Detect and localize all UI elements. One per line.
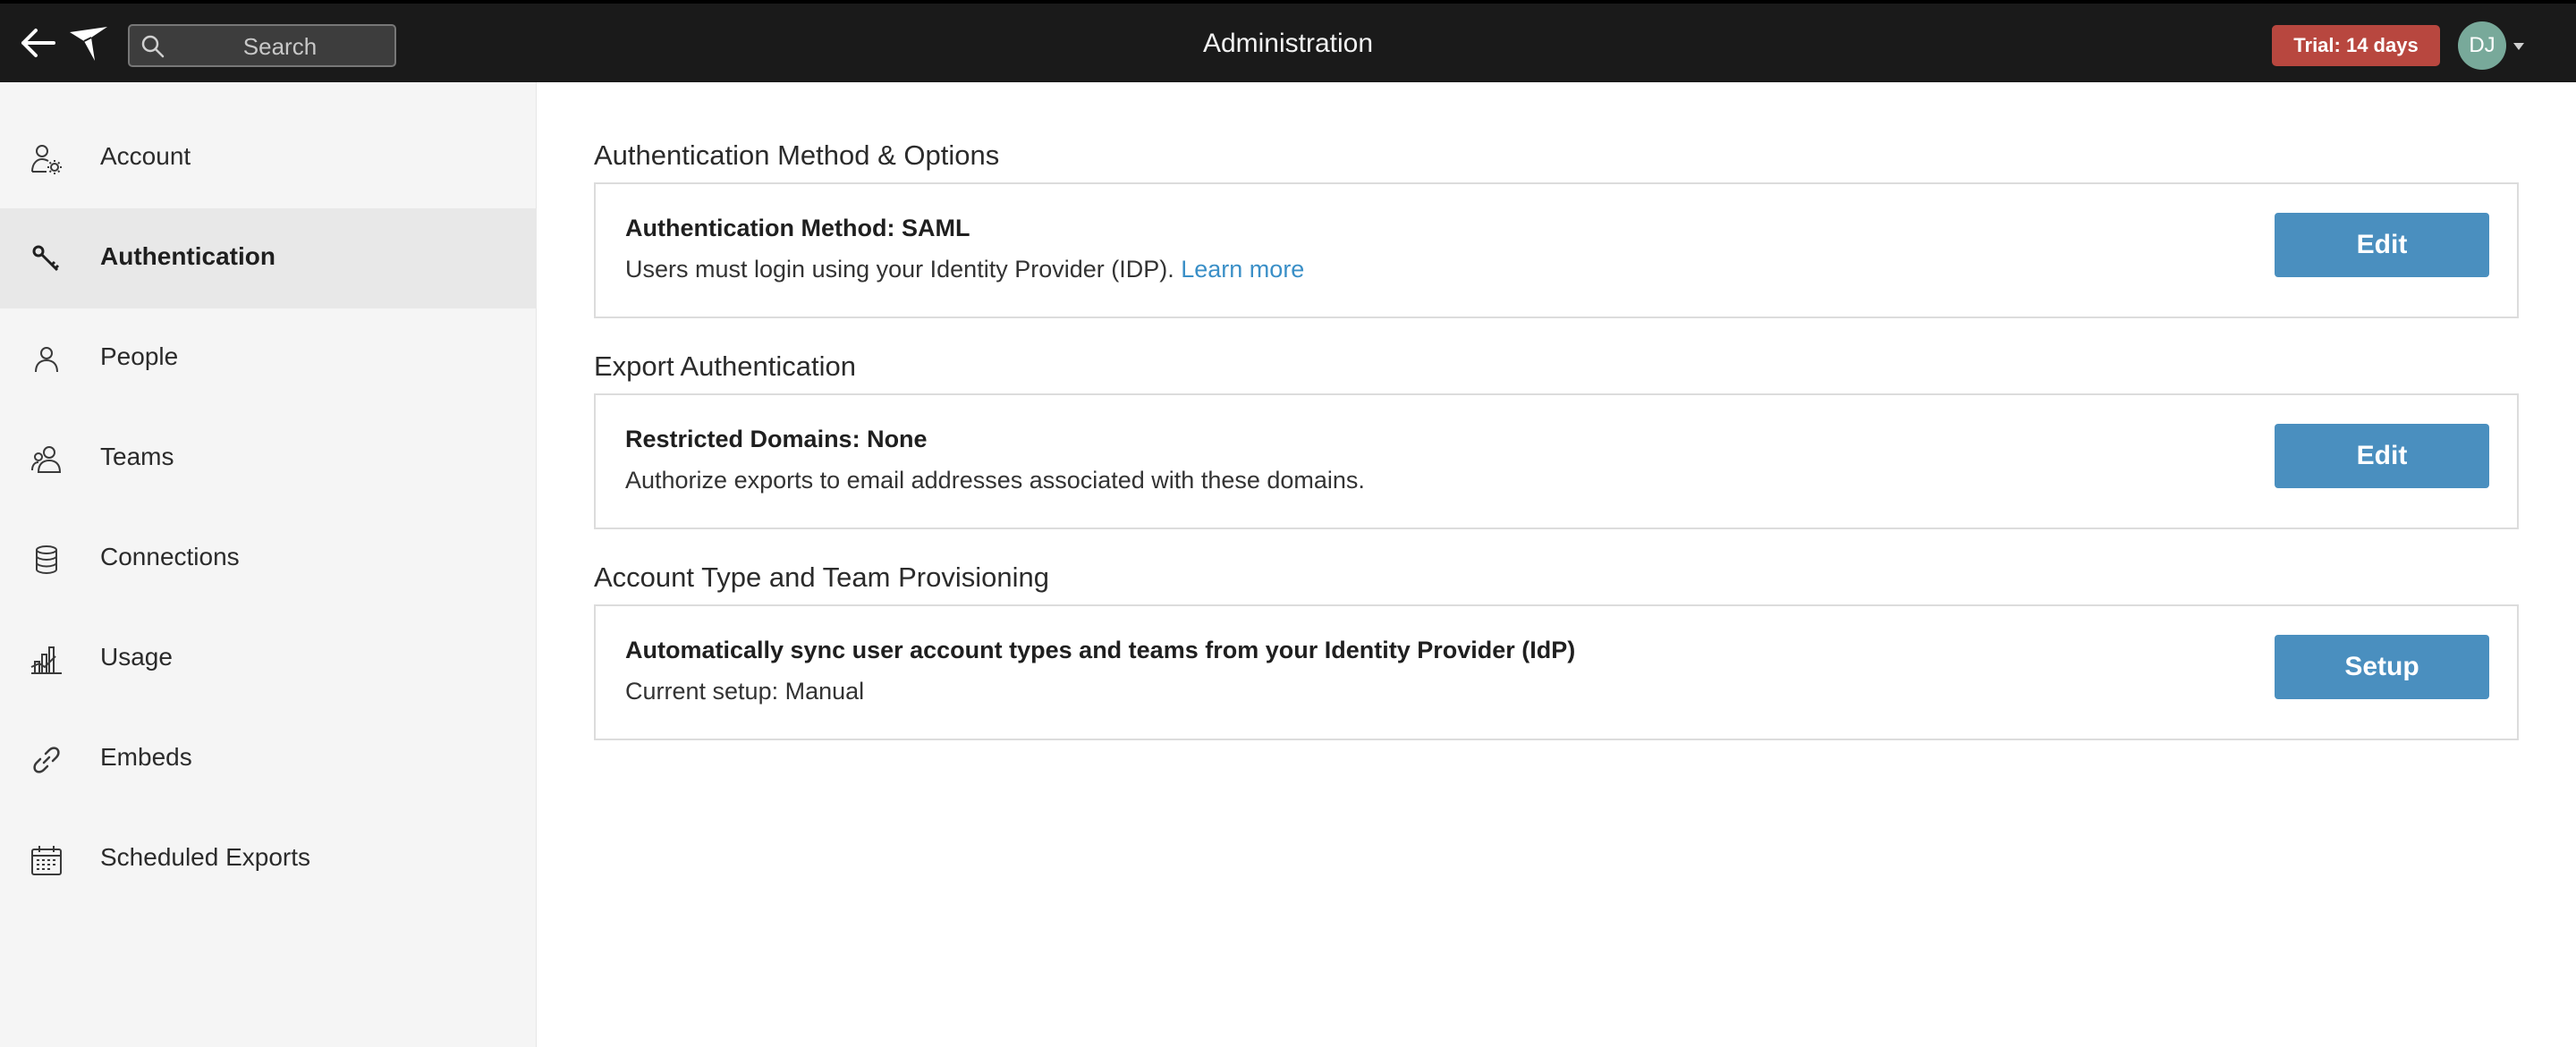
avatar[interactable]: DJ <box>2458 21 2506 70</box>
card-title: Restricted Domains: None <box>625 426 928 452</box>
card-title: Authentication Method: SAML <box>625 215 970 241</box>
back-arrow-icon[interactable] <box>18 23 57 63</box>
edit-auth-method-button[interactable]: Edit <box>2275 213 2489 277</box>
search-box[interactable] <box>128 24 396 67</box>
sidebar-item-usage[interactable]: Usage <box>0 609 537 709</box>
learn-more-link[interactable]: Learn more <box>1181 256 1304 283</box>
provisioning-card: Automatically sync user account types an… <box>594 604 2519 740</box>
sidebar-item-account[interactable]: Account <box>0 108 537 208</box>
section-heading-provisioning: Account Type and Team Provisioning <box>594 561 1049 593</box>
bar-chart-icon <box>30 644 63 676</box>
card-description: Current setup: Manual <box>625 678 865 705</box>
sidebar-item-label: Scheduled Exports <box>100 843 311 871</box>
setup-provisioning-button[interactable]: Setup <box>2275 635 2489 699</box>
sidebar-item-scheduled-exports[interactable]: Scheduled Exports <box>0 809 537 909</box>
calendar-icon <box>30 844 63 876</box>
sidebar-item-authentication[interactable]: Authentication <box>0 208 537 308</box>
section-heading-export-auth: Export Authentication <box>594 350 856 382</box>
search-input[interactable] <box>173 26 387 67</box>
card-title: Automatically sync user account types an… <box>625 637 1576 663</box>
database-icon <box>30 544 63 576</box>
app-logo-icon[interactable] <box>68 25 109 63</box>
link-icon <box>30 744 63 776</box>
sidebar-item-connections[interactable]: Connections <box>0 509 537 609</box>
caret-down-icon[interactable] <box>2513 43 2524 50</box>
key-icon <box>30 243 63 275</box>
group-icon <box>30 443 63 476</box>
sidebar-item-label: Usage <box>100 643 173 671</box>
sidebar-item-teams[interactable]: Teams <box>0 409 537 509</box>
card-description: Users must login using your Identity Pro… <box>625 256 1304 283</box>
card-description: Authorize exports to email addresses ass… <box>625 467 1365 494</box>
sidebar-item-label: People <box>100 342 179 370</box>
top-bar: Administration Trial: 14 days DJ <box>0 0 2576 82</box>
sidebar-item-label: Connections <box>100 543 240 570</box>
sidebar-item-embeds[interactable]: Embeds <box>0 709 537 809</box>
sidebar: Account Authentication People Teams Conn… <box>0 82 537 1047</box>
trial-badge[interactable]: Trial: 14 days <box>2272 25 2440 66</box>
sidebar-item-people[interactable]: People <box>0 308 537 409</box>
search-icon <box>140 34 165 59</box>
auth-method-card: Authentication Method: SAML Users must l… <box>594 182 2519 318</box>
person-icon <box>30 343 63 376</box>
export-auth-card: Restricted Domains: None Authorize expor… <box>594 393 2519 529</box>
sidebar-item-label: Teams <box>100 443 174 470</box>
sidebar-item-label: Embeds <box>100 743 192 771</box>
edit-export-auth-button[interactable]: Edit <box>2275 424 2489 488</box>
sidebar-item-label: Account <box>100 142 191 170</box>
section-heading-auth-method: Authentication Method & Options <box>594 139 1000 171</box>
sidebar-item-label: Authentication <box>100 242 275 270</box>
card-description-text: Users must login using your Identity Pro… <box>625 256 1174 283</box>
user-gear-icon <box>30 143 63 175</box>
